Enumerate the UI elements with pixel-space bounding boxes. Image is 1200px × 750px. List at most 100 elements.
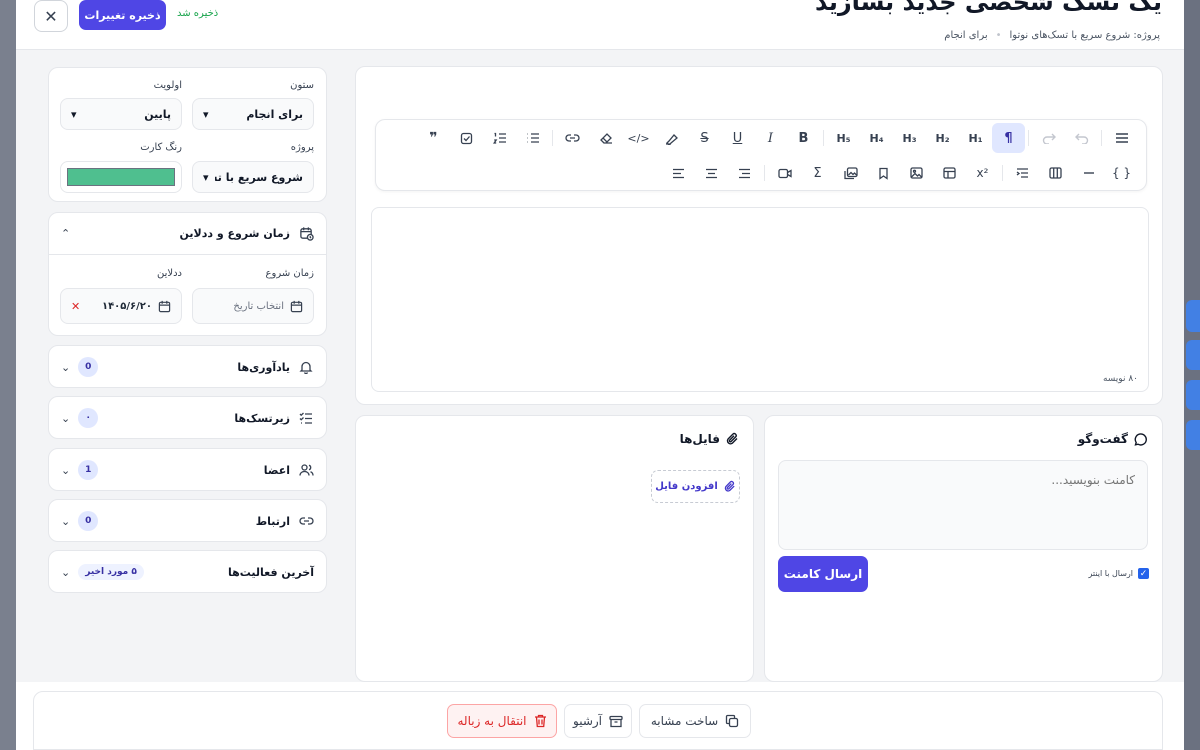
eraser-icon[interactable] [589,123,622,153]
breadcrumb-column[interactable]: برای انجام [944,30,987,41]
toolbar-separator [1101,130,1102,146]
toolbar-separator [552,130,553,146]
chevron-up-icon[interactable]: ⌃ [61,227,70,240]
files-panel: فایل‌ها افزودن فایل [355,415,754,682]
activity-title: آخرین فعالیت‌ها [228,565,314,579]
add-file-label: افزودن فایل [655,481,718,492]
code-icon[interactable]: </> [622,123,655,153]
quote-icon[interactable]: ❞ [417,123,450,153]
columns-icon[interactable] [1039,158,1072,188]
priority-select[interactable]: پایین ▾ [60,98,182,130]
align-center-icon[interactable] [695,158,728,188]
ordered-list-icon[interactable] [483,123,516,153]
task-list-icon[interactable] [450,123,483,153]
breadcrumb-separator: • [995,30,1002,41]
subtasks-section[interactable]: زیرتسک‌ها ۰ ⌄ [48,396,327,439]
gallery-icon[interactable] [834,158,867,188]
chevron-down-icon: ⌄ [61,514,71,528]
chevron-down-icon: ▾ [203,107,209,121]
column-select[interactable]: برای انجام ▾ [192,98,314,130]
heading-5-button[interactable]: H₅ [827,123,860,153]
duplicate-button[interactable]: ساخت مشابه [639,704,751,738]
paperclip-icon [724,480,736,493]
send-comment-button[interactable]: ارسال کامنت [778,556,868,592]
reminders-section[interactable]: یادآوری‌ها 0 ⌄ [48,345,327,388]
clear-date-icon[interactable]: ✕ [71,300,80,313]
comments-panel: گفت‌وگو ارسال کامنت ✓ ارسال با اینتر [764,415,1163,682]
bullet-list-icon[interactable] [516,123,549,153]
menu-icon[interactable] [1105,123,1138,153]
horizontal-rule-icon[interactable] [1072,158,1105,188]
activity-section[interactable]: آخرین فعالیت‌ها ۵ مورد اخیر ⌄ [48,550,327,593]
members-section[interactable]: اعضا 1 ⌄ [48,448,327,491]
move-to-trash-button[interactable]: انتقال به زباله [447,704,557,738]
code-block-icon[interactable]: { } [1105,158,1138,188]
page-title: یک تسک شخصی جدید بسازید [814,0,1162,16]
priority-label: اولویت [153,80,182,91]
close-button[interactable]: ✕ [34,0,68,32]
math-sigma-icon[interactable]: Σ [801,158,834,188]
image-icon[interactable] [900,158,933,188]
highlight-icon[interactable] [655,123,688,153]
toolbar-separator [1002,165,1003,181]
align-right-icon[interactable] [728,158,761,188]
deadline-date-value: ۱۴۰۵/۶/۲۰ [101,300,152,312]
underline-icon[interactable]: U [721,123,754,153]
heading-4-button[interactable]: H₄ [860,123,893,153]
bold-icon[interactable]: B [787,123,820,153]
deadline-date-input[interactable]: ۱۴۰۵/۶/۲۰ ✕ [60,288,182,324]
card-color-label: رنگ کارت [140,142,182,153]
description-editor: ¶ H₁ H₂ H₃ H₄ H₅ B I U S </> ❞ {} x² Σ … [355,66,1163,405]
comments-title-text: گفت‌وگو [1077,432,1128,446]
files-title: فایل‌ها [680,432,739,446]
copy-icon [725,714,739,728]
column-label: ستون [290,80,314,91]
card-color-picker[interactable] [60,161,182,193]
align-left-icon[interactable] [662,158,695,188]
indent-list-icon[interactable] [1006,158,1039,188]
chevron-down-icon: ⌄ [61,411,71,425]
project-select[interactable]: شروع سریع با تسک‌ه ▾ [192,161,314,193]
redo-icon[interactable] [1032,123,1065,153]
archive-button[interactable]: آرشیو [564,704,632,738]
editor-toolbar: ¶ H₁ H₂ H₃ H₄ H₅ B I U S </> ❞ {} x² Σ [375,119,1147,191]
calendar-icon [290,300,303,313]
paragraph-icon[interactable]: ¶ [992,123,1025,153]
italic-icon[interactable]: I [754,123,787,153]
breadcrumb-project[interactable]: پروژه: شروع سریع با تسک‌های نوتوا [1010,30,1160,41]
table-icon[interactable] [933,158,966,188]
column-select-value: برای انجام [246,107,303,121]
send-on-enter-option[interactable]: ✓ ارسال با اینتر [1089,568,1149,579]
heading-3-button[interactable]: H₃ [893,123,926,153]
link-icon[interactable] [556,123,589,153]
bookmark-icon[interactable] [867,158,900,188]
superscript-icon[interactable]: x² [966,158,999,188]
undo-icon[interactable] [1065,123,1098,153]
chevron-down-icon: ⌄ [61,463,71,477]
chevron-down-icon: ▾ [71,107,77,121]
schedule-header[interactable]: زمان شروع و ددلاین ⌃ [49,213,326,255]
video-icon[interactable] [768,158,801,188]
comment-input[interactable] [778,460,1148,550]
schedule-title-text: زمان شروع و ددلاین [179,227,290,240]
archive-icon [609,715,623,728]
saved-status: ذخیره شد [177,8,219,19]
send-on-enter-checkbox[interactable]: ✓ [1138,568,1149,579]
reminders-count-badge: 0 [78,357,99,377]
checklist-icon [298,410,314,426]
calendar-clock-icon [298,226,314,242]
add-file-button[interactable]: افزودن فایل [651,470,740,503]
bell-icon [298,359,314,375]
subtasks-count-badge: ۰ [78,408,99,428]
heading-2-button[interactable]: H₂ [926,123,959,153]
project-select-value: شروع سریع با تسک‌ه [215,170,303,184]
strikethrough-icon[interactable]: S [688,123,721,153]
start-date-input[interactable]: انتخاب تاریخ [192,288,314,324]
character-count: ۸۰ نویسه [1102,374,1138,384]
paperclip-icon [726,432,739,446]
start-label: زمان شروع [265,268,314,279]
save-button[interactable]: ذخیره تغییرات [79,0,166,30]
relations-section[interactable]: ارتباط 0 ⌄ [48,499,327,542]
heading-1-button[interactable]: H₁ [959,123,992,153]
editor-content-area[interactable]: ۸۰ نویسه [371,207,1149,392]
